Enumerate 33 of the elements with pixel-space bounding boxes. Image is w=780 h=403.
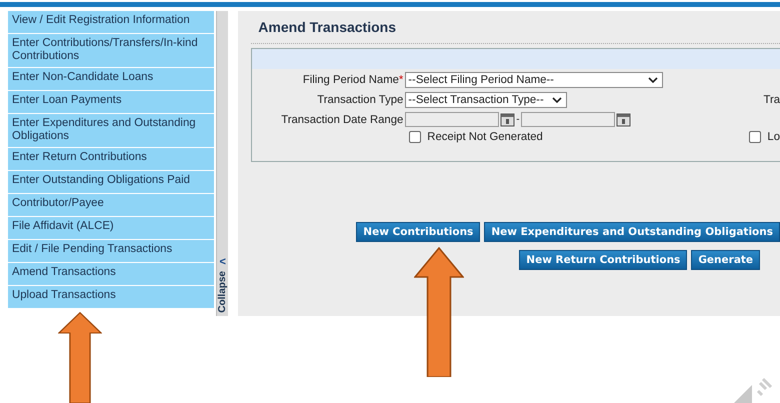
sidebar-item[interactable]: Enter Contributions/Transfers/In-kind Contributions [8, 34, 214, 67]
sidebar-item[interactable]: Contributor/Payee [8, 194, 214, 216]
action-button[interactable]: New Contributions [356, 222, 480, 242]
action-button[interactable]: New Expenditures and Outstanding Obligations [484, 222, 780, 242]
field-label: Transaction Date Range [280, 114, 404, 126]
action-button[interactable]: Generate [691, 250, 760, 270]
collapse-toggle[interactable]: < Collapse [216, 11, 228, 316]
sidebar-item[interactable]: Enter Return Contributions [8, 148, 214, 170]
field-label: Filing Period Name* [302, 74, 404, 86]
sidebar-item[interactable]: Edit / File Pending Transactions [8, 240, 214, 262]
range-separator: - [516, 114, 520, 125]
sidebar-item[interactable]: Amend Transactions [8, 263, 214, 285]
page-title: Amend Transactions [257, 19, 397, 35]
date-field[interactable] [405, 112, 500, 127]
calendar-icon[interactable] [500, 112, 516, 127]
select-field[interactable]: --Select Transaction Type-- [405, 92, 567, 108]
sidebar-item[interactable]: Enter Expenditures and Outstanding Obligations [8, 114, 214, 147]
chevron-icon [648, 77, 658, 83]
field-label: Transaction Type [316, 94, 404, 106]
sidebar-item[interactable]: Enter Outstanding Obligations Paid [8, 171, 214, 193]
calendar-icon[interactable] [616, 112, 631, 127]
sidebar-item[interactable]: Enter Loan Payments [8, 91, 214, 113]
chevron-icon [552, 97, 562, 103]
option-checkbox[interactable]: Lo [749, 131, 780, 143]
sidebar-item[interactable]: Enter Non-Candidate Loans [8, 68, 214, 90]
field-label: Tra [763, 94, 780, 106]
action-button[interactable]: New Return Contributions [519, 250, 688, 270]
sidebar-item[interactable]: File Affidavit (ALCE) [8, 217, 214, 239]
sidebar-item[interactable]: Upload Transactions [8, 286, 214, 308]
date-field[interactable] [520, 112, 615, 127]
receipt-checkbox[interactable]: Receipt Not Generated [409, 131, 543, 143]
select-field[interactable]: --Select Filing Period Name-- [405, 72, 664, 88]
sidebar-item[interactable]: View / Edit Registration Information [8, 11, 214, 33]
